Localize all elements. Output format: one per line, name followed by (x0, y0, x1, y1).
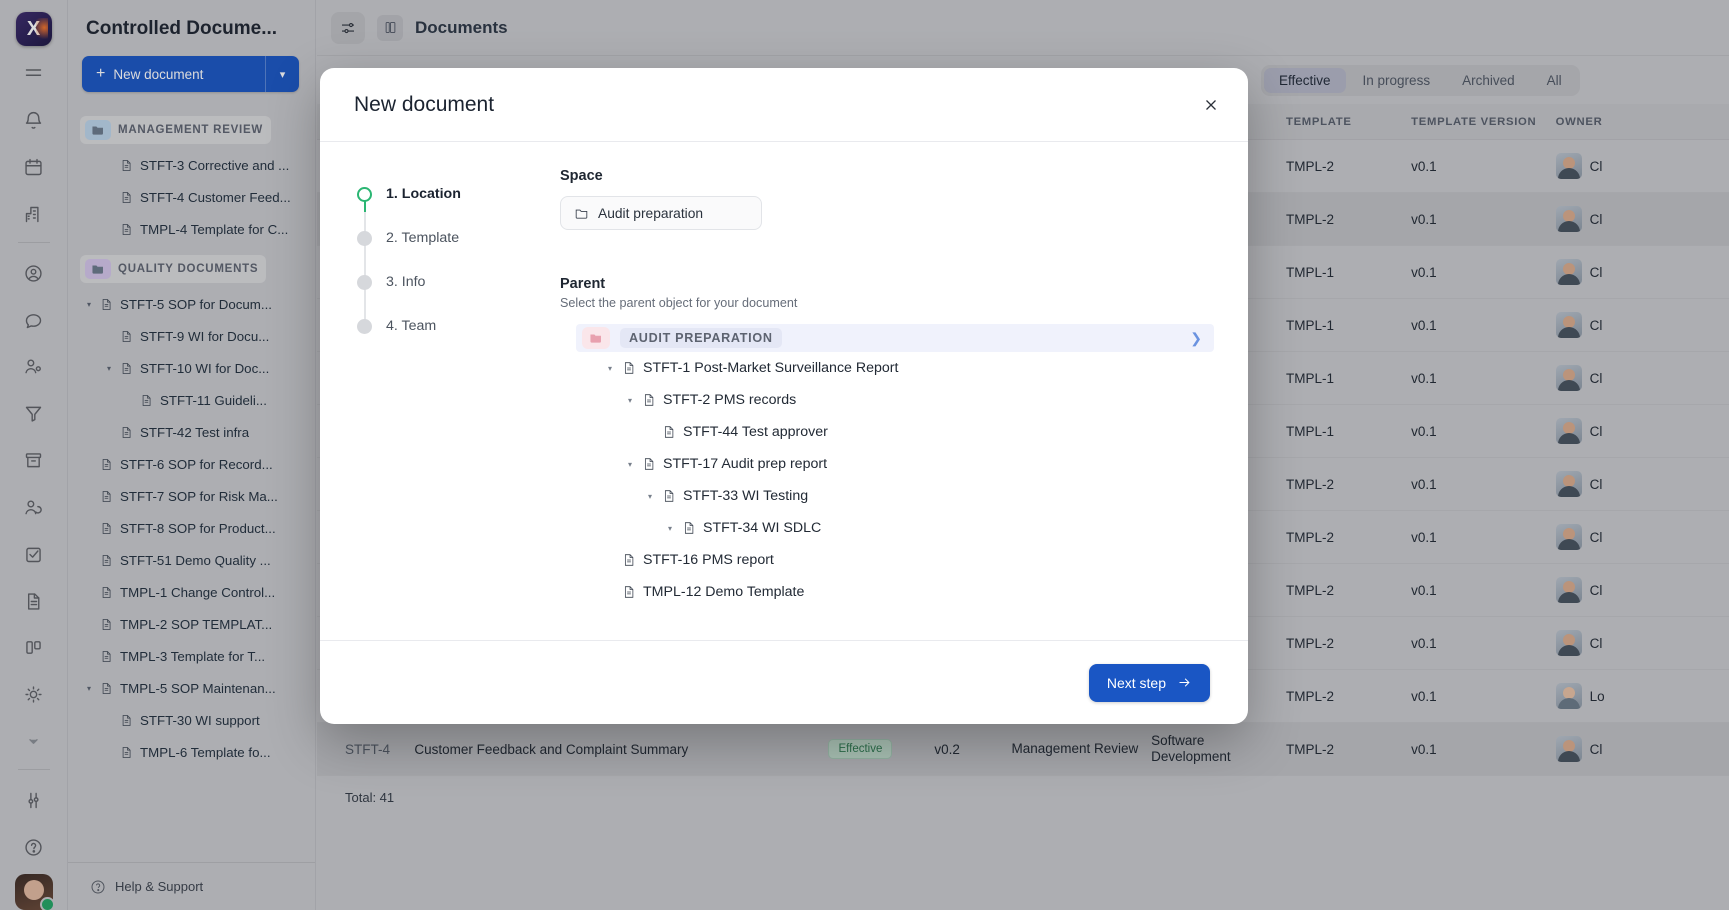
tree-node[interactable]: ▾ STFT-2 PMS records (560, 384, 1214, 416)
document-icon (618, 584, 638, 600)
twisty-icon[interactable]: ▾ (602, 364, 618, 373)
step-dot (357, 319, 372, 334)
folder-icon (574, 206, 589, 221)
document-icon (658, 424, 678, 440)
step-label: 4. Team (386, 318, 436, 334)
tree-root-label: AUDIT PREPARATION (620, 328, 782, 348)
step-dot (357, 275, 372, 290)
step-dot (357, 187, 372, 202)
tree-node[interactable]: STFT-44 Test approver (560, 416, 1214, 448)
folder-open-icon (582, 327, 610, 349)
tree-node-label: STFT-44 Test approver (683, 424, 828, 440)
step-label: 2. Template (386, 230, 459, 246)
step-template[interactable]: 2. Template (350, 216, 550, 260)
close-icon[interactable] (1196, 90, 1226, 120)
modal-title: New document (354, 93, 1196, 117)
arrow-right-icon (1177, 675, 1192, 690)
step-indicator: 1. Location 2. Template 3. Info 4. Team (350, 168, 550, 640)
step-label: 1. Location (386, 186, 461, 202)
tree-root-audit-preparation[interactable]: AUDIT PREPARATION ❯ (576, 324, 1214, 352)
twisty-icon[interactable]: ▾ (622, 396, 638, 405)
tree-node-label: STFT-1 Post-Market Surveillance Report (643, 360, 898, 376)
tree-node[interactable]: TMPL-12 Demo Template (560, 576, 1214, 608)
parent-block: Parent Select the parent object for your… (560, 276, 1214, 608)
tree-node-label: STFT-34 WI SDLC (703, 520, 821, 536)
document-icon (658, 488, 678, 504)
tree-node[interactable]: ▾ STFT-34 WI SDLC (560, 512, 1214, 544)
modal-content: Space Audit preparation Parent Select th… (550, 168, 1214, 640)
twisty-icon[interactable]: ▾ (642, 492, 658, 501)
step-team[interactable]: 4. Team (350, 304, 550, 348)
modal-body: 1. Location 2. Template 3. Info 4. Team Spa… (320, 142, 1248, 640)
document-icon (678, 520, 698, 536)
step-location[interactable]: 1. Location (350, 172, 550, 216)
twisty-icon[interactable]: ▾ (622, 460, 638, 469)
step-dot (357, 231, 372, 246)
step-label: 3. Info (386, 274, 425, 290)
tree-node-label: TMPL-12 Demo Template (643, 584, 804, 600)
tree-node[interactable]: STFT-16 PMS report (560, 544, 1214, 576)
app-root: X (0, 0, 1729, 910)
step-info[interactable]: 3. Info (350, 260, 550, 304)
space-value: Audit preparation (598, 206, 703, 221)
tree-node-label: STFT-2 PMS records (663, 392, 796, 408)
tree-node-label: STFT-16 PMS report (643, 552, 774, 568)
twisty-icon[interactable]: ▾ (662, 524, 678, 533)
parent-subtitle: Select the parent object for your docume… (560, 296, 1214, 310)
new-document-modal: New document 1. Location 2. Template 3. In… (320, 68, 1248, 724)
tree-node-label: STFT-33 WI Testing (683, 488, 808, 504)
parent-tree[interactable]: AUDIT PREPARATION ❯ ▾ STFT-1 Post-Market … (560, 324, 1214, 608)
tree-node[interactable]: ▾ STFT-33 WI Testing (560, 480, 1214, 512)
chevron-right-icon[interactable]: ❯ (1190, 330, 1202, 347)
parent-label: Parent (560, 276, 1214, 292)
tree-node-label: STFT-17 Audit prep report (663, 456, 827, 472)
space-label: Space (560, 168, 1214, 184)
tree-node[interactable]: ▾ STFT-17 Audit prep report (560, 448, 1214, 480)
document-icon (638, 456, 658, 472)
document-icon (638, 392, 658, 408)
space-selector[interactable]: Audit preparation (560, 196, 762, 230)
document-icon (618, 360, 638, 376)
document-icon (618, 552, 638, 568)
next-step-button[interactable]: Next step (1089, 664, 1210, 702)
modal-footer: Next step (320, 640, 1248, 724)
next-step-label: Next step (1107, 675, 1166, 691)
modal-header: New document (320, 68, 1248, 142)
tree-node[interactable]: ▾ STFT-1 Post-Market Surveillance Report (560, 352, 1214, 384)
